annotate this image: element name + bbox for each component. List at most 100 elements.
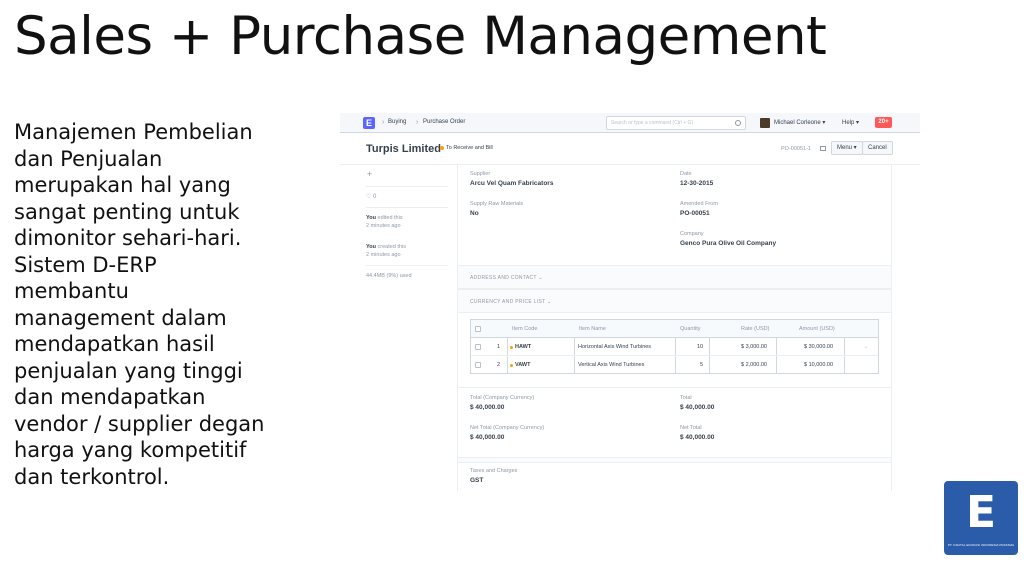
row-index: 2 (497, 362, 501, 368)
supplier-value[interactable]: Arcu Vel Quam Fabricators (470, 180, 553, 187)
body-line: management dalam (14, 305, 227, 330)
status-indicator-icon (440, 146, 444, 150)
chevron-down-icon[interactable]: ⌄ (864, 338, 868, 356)
chevron-right-icon: › (382, 119, 385, 126)
search-input[interactable]: Search or type a command (Ctrl + G) (606, 116, 746, 130)
table-row[interactable]: 2 VAWT Vertical Axis Wind Turbines 5 $ 2… (471, 356, 878, 374)
activity-time: 2 minutes ago (366, 252, 401, 258)
body-line: dan terkontrol. (14, 464, 170, 489)
body-line: mendapatkan hasil (14, 332, 215, 356)
total-company-currency-label: Total (Company Currency) (470, 395, 535, 401)
slide-body-text: Manajemen Pembelian dan Penjualan merupa… (14, 119, 314, 490)
date-label: Date (680, 171, 692, 177)
app-screenshot: E › Buying › Purchase Order Search or ty… (340, 113, 920, 491)
section-label: CURRENCY AND PRICE LIST ⌄ (470, 299, 552, 305)
body-line: vendor / supplier degan (14, 411, 265, 436)
print-icon[interactable] (820, 146, 826, 151)
item-amount: $ 10,000.00 (804, 362, 834, 368)
form-sidebar: + ♡ 0 You edited this 2 minutes ago You … (340, 165, 455, 491)
item-quantity: 10 (697, 344, 704, 350)
supply-raw-materials-value[interactable]: No (470, 210, 479, 217)
table-header-row: Item Code Item Name Quantity Rate (USD) … (471, 320, 878, 338)
row-index: 1 (497, 344, 501, 350)
date-value[interactable]: 12-30-2015 (680, 180, 713, 187)
logo-letter: E (965, 487, 997, 538)
body-line: sangat penting untuk (14, 199, 240, 224)
body-line: merupakan hal yang (14, 173, 231, 197)
amended-from-label: Amended From (680, 201, 718, 207)
chevron-right-icon: › (416, 119, 419, 126)
activity-edited: You edited this 2 minutes ago (366, 214, 403, 230)
divider (366, 207, 448, 208)
item-name: Vertical Axis Wind Turbines (578, 362, 645, 368)
section-label: ADDRESS AND CONTACT ⌄ (470, 275, 543, 281)
page-title: Turpis Limited (366, 143, 441, 155)
supply-raw-materials-label: Supply Raw Materials (470, 201, 524, 207)
column-header: Item Code (512, 326, 538, 332)
row-checkbox[interactable] (475, 344, 481, 350)
column-header: Item Name (579, 326, 606, 332)
page-header: Turpis Limited To Receive and Bill PO-00… (340, 133, 920, 165)
breadcrumb-buying[interactable]: Buying (388, 119, 406, 125)
net-total-company-currency-label: Net Total (Company Currency) (470, 425, 545, 431)
user-menu[interactable]: Michael Corleone ▾ (774, 119, 825, 126)
breadcrumb-purchase-order[interactable]: Purchase Order (423, 119, 465, 125)
net-total-label: Net Total (680, 425, 702, 431)
amended-from-value[interactable]: PO-00051 (680, 210, 710, 217)
body-line: dan Penjualan (14, 146, 163, 171)
notification-badge[interactable]: 20+ (875, 117, 892, 128)
column-header: Quantity (680, 326, 701, 332)
item-amount: $ 30,000.00 (804, 344, 834, 350)
section-currency-price-list[interactable]: CURRENCY AND PRICE LIST ⌄ (458, 289, 891, 313)
activity-created: You created this 2 minutes ago (366, 243, 406, 259)
table-row[interactable]: 1 HAWT Horizontal Axis Wind Turbines 10 … (471, 338, 878, 356)
help-menu[interactable]: Help ▾ (842, 119, 859, 126)
section-address-contact[interactable]: ADDRESS AND CONTACT ⌄ (458, 265, 891, 289)
document-name: PO-00051-1 (781, 146, 811, 152)
net-total-company-currency-value: $ 40,000.00 (470, 434, 505, 441)
activity-time: 2 minutes ago (366, 223, 401, 229)
item-status-icon (510, 346, 513, 349)
item-code[interactable]: VAWT (515, 356, 530, 374)
item-code[interactable]: HAWT (515, 338, 531, 356)
body-line: harga yang kompetitif (14, 438, 247, 462)
divider (458, 462, 891, 463)
navbar: E › Buying › Purchase Order Search or ty… (340, 113, 920, 133)
slide-title: Sales + Purchase Management (14, 6, 827, 67)
select-all-checkbox[interactable] (475, 326, 481, 332)
search-icon[interactable] (735, 120, 741, 126)
taxes-and-charges-value[interactable]: GST (470, 477, 483, 484)
company-logo: E PT. DIGITAL EDUKASI INDONESIA PRATAMA (944, 481, 1018, 555)
storage-usage: 44.4MB (9%) used (366, 273, 412, 279)
search-placeholder: Search or type a command (Ctrl + G) (611, 120, 694, 126)
item-rate: $ 3,000.00 (741, 344, 767, 350)
body-line: dimonitor sehari-hari. (14, 226, 242, 250)
item-quantity: 5 (700, 362, 704, 368)
purchase-order-form: Supplier Arcu Vel Quam Fabricators Date … (457, 165, 892, 491)
menu-button[interactable]: Menu ▾ (831, 141, 863, 155)
total-company-currency-value: $ 40,000.00 (470, 404, 505, 411)
items-table: Item Code Item Name Quantity Rate (USD) … (470, 319, 879, 374)
taxes-and-charges-label: Taxes and Charges (470, 468, 518, 474)
total-label: Total (680, 395, 692, 401)
activity-action: created this (375, 244, 406, 250)
activity-user: You (366, 215, 376, 221)
divider (458, 387, 891, 388)
cancel-button[interactable]: Cancel (862, 141, 893, 155)
status-badge: To Receive and Bill (446, 145, 493, 151)
body-line: Manajemen Pembelian (14, 120, 253, 144)
activity-action: edited this (375, 215, 403, 221)
company-value[interactable]: Genco Pura Olive Oil Company (680, 240, 776, 247)
row-checkbox[interactable] (475, 362, 481, 368)
body-line: penjualan yang tinggi (14, 358, 243, 383)
app-logo-icon[interactable]: E (363, 117, 375, 129)
divider (366, 265, 448, 266)
divider (366, 186, 448, 187)
column-header: Rate (USD) (741, 326, 770, 332)
like-count[interactable]: ♡ 0 (366, 193, 376, 200)
body-line: membantu (14, 279, 129, 303)
avatar[interactable] (760, 118, 770, 128)
activity-user: You (366, 244, 376, 250)
add-icon[interactable]: + (367, 169, 372, 179)
item-name: Horizontal Axis Wind Turbines (578, 344, 652, 350)
